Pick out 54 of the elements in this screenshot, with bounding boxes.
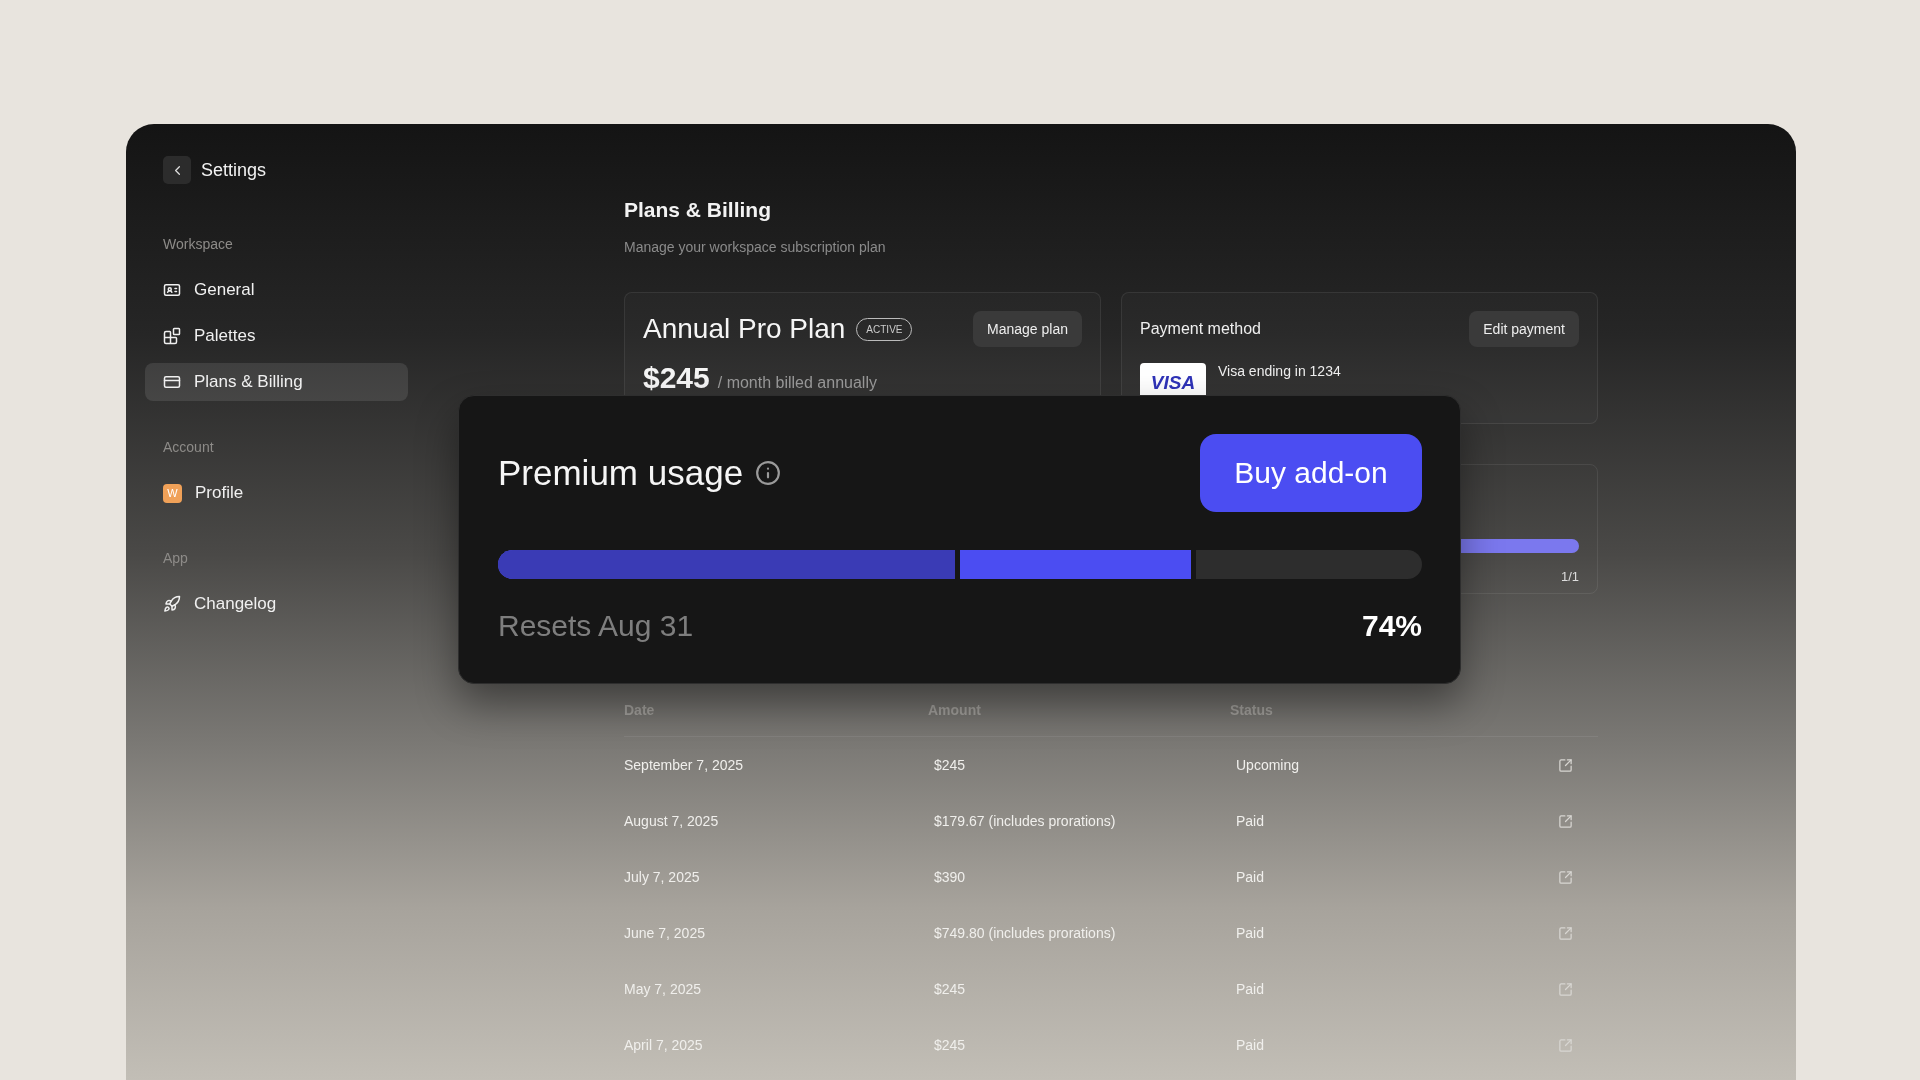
external-link-icon[interactable] <box>1558 757 1573 773</box>
section-label: App <box>162 550 188 566</box>
credit-card-icon <box>163 373 181 391</box>
sidebar-title: Settings <box>201 159 267 181</box>
section-label: Workspace <box>162 236 233 252</box>
sidebar-item[interactable]: Palettes <box>145 317 408 355</box>
table-cell-text: $390 <box>933 868 967 887</box>
back-button[interactable] <box>163 156 191 184</box>
plan-name: Annual Pro Plan <box>643 313 846 345</box>
external-link-icon[interactable] <box>1558 1037 1573 1053</box>
external-link-icon[interactable] <box>1558 925 1573 941</box>
table-cell-text: $749.80 (includes prorations) <box>933 924 1117 943</box>
rocket-icon <box>163 595 181 613</box>
table-cell-text: Paid <box>1235 980 1266 999</box>
reset-date: Resets Aug 31 <box>498 609 694 643</box>
page-title: Plans & Billing <box>624 198 772 222</box>
table-cell-text: April 7, 2025 <box>624 1036 704 1055</box>
table-cell-text: Paid <box>1235 868 1266 887</box>
external-link-icon[interactable] <box>1558 813 1573 829</box>
usage-percent: 74% <box>1361 609 1422 643</box>
sidebar-item[interactable]: Changelog <box>145 585 408 623</box>
table-cell-text: Paid <box>1235 1036 1266 1055</box>
card-title: Payment method <box>1140 320 1261 338</box>
table-cell-text: July 7, 2025 <box>624 868 701 887</box>
table-cell-text: May 7, 2025 <box>624 980 703 999</box>
popover-title: Premium usage <box>498 453 744 493</box>
table-cell-text: $245 <box>933 980 967 999</box>
external-link-icon[interactable] <box>1558 981 1573 997</box>
usage-count: 1/1 <box>1560 569 1579 584</box>
info-icon[interactable] <box>755 460 782 486</box>
avatar: W <box>163 483 182 503</box>
external-link-icon[interactable] <box>1558 869 1573 885</box>
billing-period: / month billed annually <box>717 374 877 392</box>
page-subtitle: Manage your workspace subscription plan <box>624 239 886 255</box>
edit-payment-button[interactable]: Edit payment <box>1469 311 1579 347</box>
card-details: Visa ending in 1234 <box>1218 363 1341 379</box>
sidebar-item[interactable]: W Profile <box>145 474 408 512</box>
section-label: Account <box>162 439 214 455</box>
table-cell-text: Upcoming <box>1235 756 1301 775</box>
table-cell-text: June 7, 2025 <box>624 924 706 943</box>
table-cell-text: September 7, 2025 <box>624 756 745 775</box>
table-cell-text: $245 <box>933 756 967 775</box>
sidebar-item[interactable]: General <box>145 271 408 309</box>
table-cell-text: $245 <box>933 1036 967 1055</box>
id-card-icon <box>163 281 181 299</box>
manage-plan-button[interactable]: Manage plan <box>973 311 1082 347</box>
table-cell-text: $179.67 (includes prorations) <box>933 812 1117 831</box>
table-cell-text: Paid <box>1235 924 1266 943</box>
sidebar-item[interactable]: Plans & Billing <box>145 363 408 401</box>
table-cell-text: Paid <box>1235 812 1266 831</box>
table-cell-text: August 7, 2025 <box>624 812 720 831</box>
blocks-icon <box>163 327 181 345</box>
buy-add-on-button[interactable]: Buy add-on <box>1200 434 1422 512</box>
plan-price: $245 <box>643 361 710 395</box>
